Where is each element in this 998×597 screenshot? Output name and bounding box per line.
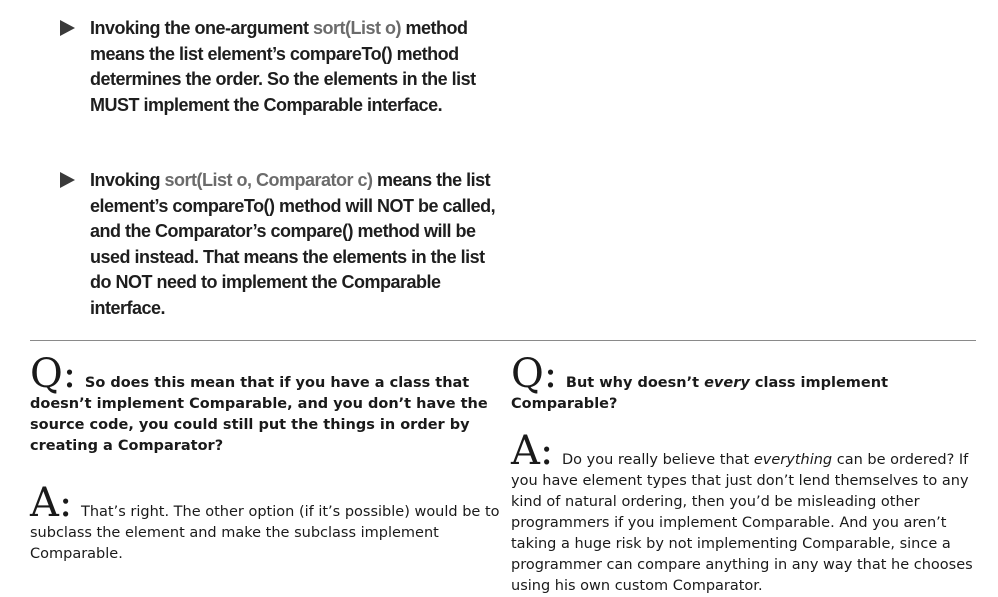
right-question-text: But why doesn’t every class implement Co… — [511, 375, 888, 412]
answer-glyph: A: — [511, 428, 554, 474]
answer-glyph: A: — [30, 480, 73, 526]
left-question-text: So does this mean that if you have a cla… — [30, 375, 488, 454]
bullet-text-segment: means the list element’s compareTo() met… — [90, 170, 496, 318]
question-glyph: Q: — [30, 351, 77, 397]
bullet-text-segment: Invoking — [90, 170, 165, 190]
bullet-text-2: Invoking sort(List o, Comparator c) mean… — [90, 168, 500, 321]
bullet-arrow-icon — [60, 20, 75, 36]
bullet-text-1: Invoking the one-argument sort(List o) m… — [90, 16, 500, 118]
question-emphasis: every — [704, 375, 750, 391]
right-question: Q: But why doesn’t every class implement… — [511, 354, 981, 415]
answer-emphasis: everything — [753, 452, 833, 468]
bullet-text-segment: Invoking the one-argument — [90, 18, 314, 38]
bullet-point-2: Invoking sort(List o, Comparator c) mean… — [60, 168, 500, 321]
right-answer: A: Do you really believe that everything… — [511, 431, 981, 597]
code-sort-two-arg: sort(List o, Comparator c) — [164, 170, 374, 190]
left-question: Q: So does this mean that if you have a … — [30, 354, 500, 457]
right-qa-block: Q: But why doesn’t every class implement… — [511, 354, 981, 597]
answer-segment: can be ordered? If you have element type… — [511, 452, 973, 594]
section-divider — [30, 340, 976, 341]
left-answer: A: That’s right. The other option (if it… — [30, 483, 500, 565]
question-glyph: Q: — [511, 351, 558, 397]
question-segment: But why doesn’t — [565, 375, 705, 391]
answer-segment: Do you really believe that — [561, 452, 754, 468]
code-sort-one-arg: sort(List o) — [313, 18, 402, 38]
right-answer-text: Do you really believe that everything ca… — [511, 452, 973, 594]
left-qa-block: Q: So does this mean that if you have a … — [30, 354, 500, 565]
bullet-arrow-icon — [60, 172, 75, 188]
bullet-point-1: Invoking the one-argument sort(List o) m… — [60, 16, 500, 118]
left-answer-text: That’s right. The other option (if it’s … — [30, 504, 500, 562]
